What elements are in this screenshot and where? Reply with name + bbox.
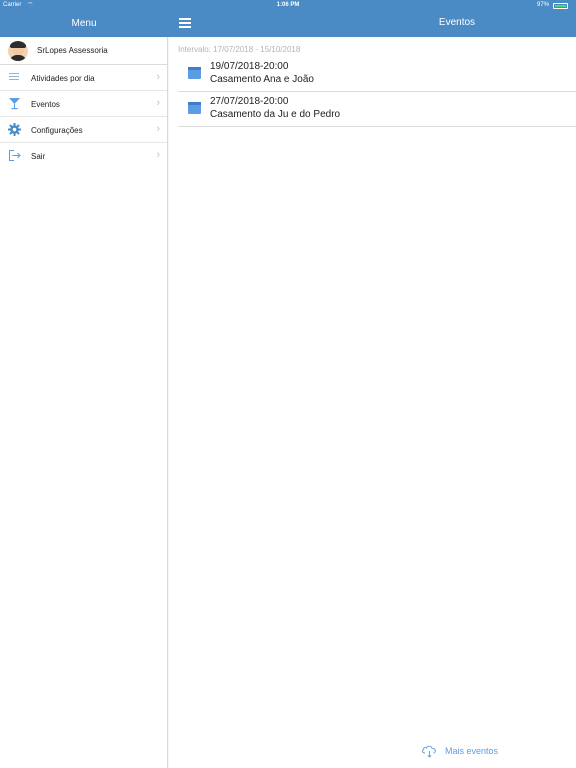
- avatar: [8, 41, 28, 61]
- event-list-item[interactable]: 27/07/2018-20:00 Casamento da Ju e do Pe…: [178, 92, 576, 127]
- cloud-download-icon: [422, 745, 436, 758]
- sidebar-header: Menu: [0, 12, 168, 37]
- more-events-label: Mais eventos: [445, 746, 499, 756]
- event-name: Casamento da Ju e do Pedro: [210, 109, 341, 120]
- event-date: 27/07/2018-20:00: [210, 96, 289, 107]
- chevron-right-icon: ›: [156, 71, 160, 83]
- status-time: 1:06 PM: [276, 2, 300, 8]
- event-name: Casamento Ana e João: [210, 74, 314, 85]
- battery-icon: [553, 3, 568, 9]
- calendar-icon: [188, 102, 201, 114]
- chevron-right-icon: ›: [156, 149, 160, 161]
- sidebar-item-label: Configurações: [31, 126, 83, 135]
- sidebar-item-sair[interactable]: Sair ›: [0, 143, 167, 169]
- profile-name: SrLopes Assessoria: [37, 46, 108, 55]
- chevron-right-icon: ›: [156, 123, 160, 135]
- chevron-right-icon: ›: [156, 97, 160, 109]
- event-date: 19/07/2018-20:00: [210, 61, 289, 72]
- event-list-item[interactable]: 19/07/2018-20:00 Casamento Ana e João: [178, 57, 576, 92]
- profile-row[interactable]: SrLopes Assessoria: [0, 37, 167, 65]
- sidebar-item-label: Eventos: [31, 100, 60, 109]
- sidebar-item-atividades[interactable]: Atividades por dia ›: [0, 65, 167, 91]
- list-icon: [8, 71, 21, 84]
- sidebar-item-eventos[interactable]: Eventos ›: [0, 91, 167, 117]
- status-bar: Carrier ⌔ 1:06 PM 97%: [0, 0, 576, 12]
- sidebar-item-configuracoes[interactable]: Configurações ›: [0, 117, 167, 143]
- interval-label: Intervalo: 17/07/2018 - 15/10/2018: [178, 45, 301, 54]
- sidebar-item-label: Sair: [31, 152, 46, 161]
- logout-icon: [9, 150, 21, 161]
- page-title: Eventos: [438, 17, 476, 28]
- calendar-icon: [188, 67, 201, 79]
- battery-percent: 97%: [536, 2, 549, 8]
- events-content: Intervalo: 17/07/2018 - 15/10/2018 19/07…: [169, 37, 576, 768]
- sidebar-title: Menu: [71, 18, 97, 29]
- cocktail-glass-icon: [9, 98, 20, 110]
- main-header: Eventos: [168, 12, 576, 37]
- gear-icon: [8, 123, 21, 136]
- sidebar: SrLopes Assessoria Atividades por dia › …: [0, 37, 168, 768]
- sidebar-item-label: Atividades por dia: [31, 74, 95, 83]
